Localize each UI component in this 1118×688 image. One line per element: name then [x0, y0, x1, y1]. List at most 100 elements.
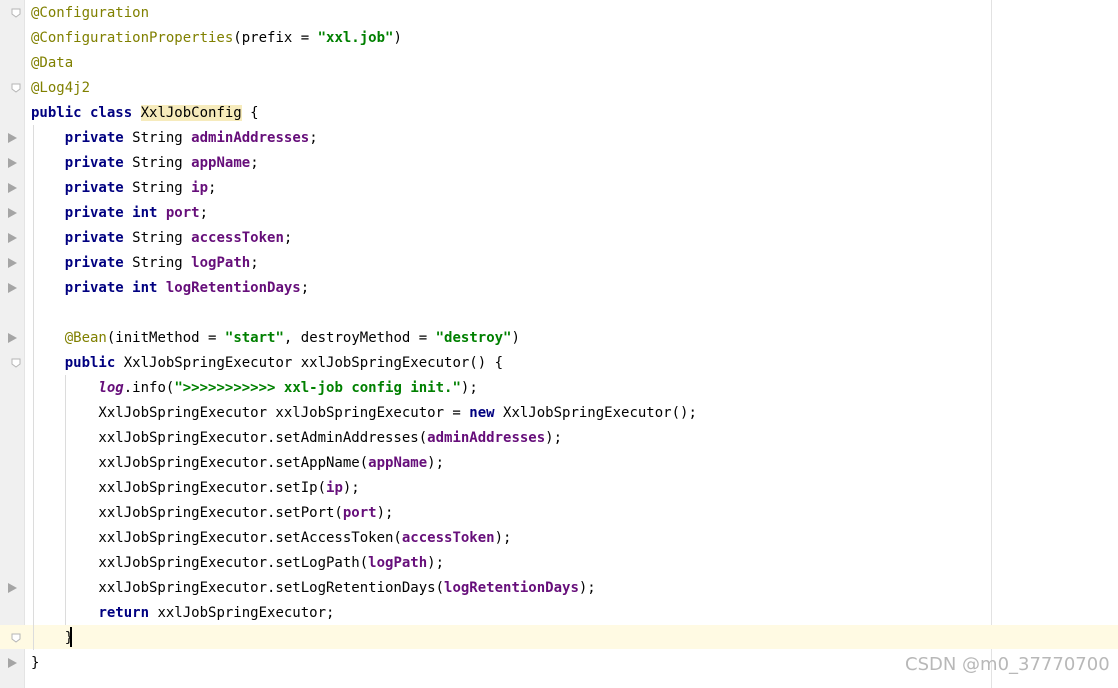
- gutter-arrow-icon[interactable]: [8, 233, 17, 243]
- token-text: xxlJobSpringExecutor.setPort(: [31, 505, 343, 521]
- token-field: port: [165, 205, 200, 221]
- token-kw: private: [64, 230, 124, 246]
- code-line[interactable]: @ConfigurationProperties(prefix = "xxl.j…: [31, 26, 402, 51]
- code-line[interactable]: private String ip;: [31, 176, 217, 201]
- code-line[interactable]: @Bean(initMethod = "start", destroyMetho…: [31, 326, 520, 351]
- token-text: ;: [300, 280, 310, 296]
- token-field: accessToken: [401, 530, 495, 546]
- token-str: ">>>>>>>>>>> xxl-job config init.": [174, 380, 461, 396]
- token-text: }: [31, 655, 40, 671]
- code-line[interactable]: xxlJobSpringExecutor.setPort(port);: [31, 501, 393, 526]
- token-text: );: [376, 505, 394, 521]
- token-ann: @Bean: [64, 330, 107, 346]
- token-text: String: [123, 255, 192, 271]
- code-line[interactable]: xxlJobSpringExecutor.setAppName(appName)…: [31, 451, 444, 476]
- code-line[interactable]: XxlJobSpringExecutor xxlJobSpringExecuto…: [31, 401, 696, 426]
- fold-marker-icon[interactable]: [11, 8, 21, 18]
- token-field: accessToken: [191, 230, 284, 246]
- token-text: );: [427, 555, 445, 571]
- code-line[interactable]: xxlJobSpringExecutor.setLogRetentionDays…: [31, 576, 596, 601]
- token-text: ;: [250, 255, 259, 271]
- token-text: );: [427, 455, 445, 471]
- token-text: ;: [208, 180, 217, 196]
- token-text: );: [460, 380, 478, 396]
- token-ann: @Log4j2: [31, 80, 91, 96]
- token-text: );: [342, 480, 360, 496]
- token-text: XxlJobSpringExecutor xxlJobSpringExecuto…: [31, 405, 470, 421]
- gutter-arrow-icon[interactable]: [8, 583, 17, 593]
- gutter-arrow-icon[interactable]: [8, 158, 17, 168]
- token-str: "start": [224, 330, 284, 346]
- code-line[interactable]: }: [31, 626, 73, 651]
- token-text: String: [123, 155, 192, 171]
- gutter-arrow-icon[interactable]: [8, 208, 17, 218]
- token-text: String: [123, 130, 192, 146]
- code-line[interactable]: private String accessToken;: [31, 226, 293, 251]
- token-field: port: [342, 505, 377, 521]
- gutter-arrow-icon[interactable]: [8, 258, 17, 268]
- token-text: (initMethod =: [106, 330, 225, 346]
- code-line[interactable]: public class XxlJobConfig {: [31, 101, 259, 126]
- token-text: );: [494, 530, 512, 546]
- token-field: ip: [326, 480, 343, 496]
- code-line[interactable]: private int port;: [31, 201, 208, 226]
- gutter-separator: [24, 0, 25, 688]
- code-line[interactable]: @Log4j2: [31, 76, 90, 101]
- token-text: String: [123, 230, 192, 246]
- token-text: ;: [309, 130, 318, 146]
- gutter-arrow-icon[interactable]: [8, 658, 17, 668]
- token-text: xxlJobSpringExecutor.setAccessToken(: [31, 530, 402, 546]
- fold-marker-icon[interactable]: [11, 83, 21, 93]
- token-text: ;: [283, 230, 293, 246]
- code-line[interactable]: log.info(">>>>>>>>>>> xxl-job config ini…: [31, 376, 478, 401]
- token-text: XxlJobSpringExecutor xxlJobSpringExecuto…: [115, 355, 504, 371]
- watermark: CSDN @m0_37770700: [905, 654, 1110, 675]
- code-line[interactable]: xxlJobSpringExecutor.setAdminAddresses(a…: [31, 426, 562, 451]
- fold-marker-icon[interactable]: [11, 358, 21, 368]
- gutter-arrow-icon[interactable]: [8, 133, 17, 143]
- code-line[interactable]: public XxlJobSpringExecutor xxlJobSpring…: [31, 351, 503, 376]
- token-kw: private: [64, 180, 124, 196]
- token-field: appName: [191, 155, 251, 171]
- code-line[interactable]: return xxlJobSpringExecutor;: [31, 601, 334, 626]
- code-line[interactable]: private String appName;: [31, 151, 259, 176]
- text-caret: [70, 627, 72, 647]
- token-text: xxlJobSpringExecutor.setLogPath(: [31, 555, 369, 571]
- code-line[interactable]: private String logPath;: [31, 251, 259, 276]
- token-hl: XxlJobConfig: [140, 105, 242, 121]
- token-text: );: [578, 580, 596, 596]
- code-line[interactable]: xxlJobSpringExecutor.setIp(ip);: [31, 476, 360, 501]
- token-kw: new: [469, 405, 495, 421]
- token-ann: @ConfigurationProperties: [31, 30, 234, 46]
- token-kw: private: [64, 255, 124, 271]
- current-line-highlight: [0, 625, 1118, 649]
- token-text: .info(: [123, 380, 175, 396]
- token-str: "xxl.job": [317, 30, 394, 46]
- token-text: ): [393, 30, 402, 46]
- code-line[interactable]: xxlJobSpringExecutor.setLogPath(logPath)…: [31, 551, 444, 576]
- gutter-arrow-icon[interactable]: [8, 183, 17, 193]
- gutter-arrow-icon[interactable]: [8, 333, 17, 343]
- code-line[interactable]: }: [31, 651, 39, 676]
- token-text: );: [545, 430, 563, 446]
- token-kw: private: [64, 130, 124, 146]
- token-field: logRetentionDays: [165, 280, 301, 296]
- token-kw: private: [64, 155, 124, 171]
- token-static: log: [98, 380, 124, 396]
- token-kw: private int: [64, 280, 158, 296]
- code-line[interactable]: private String adminAddresses;: [31, 126, 318, 151]
- gutter-arrow-icon[interactable]: [8, 283, 17, 293]
- code-line[interactable]: @Configuration: [31, 1, 149, 26]
- fold-marker-icon[interactable]: [11, 633, 21, 643]
- code-line[interactable]: xxlJobSpringExecutor.setAccessToken(acce…: [31, 526, 511, 551]
- code-line[interactable]: @Data: [31, 51, 73, 76]
- code-line[interactable]: private int logRetentionDays;: [31, 276, 309, 301]
- token-field: appName: [368, 455, 428, 471]
